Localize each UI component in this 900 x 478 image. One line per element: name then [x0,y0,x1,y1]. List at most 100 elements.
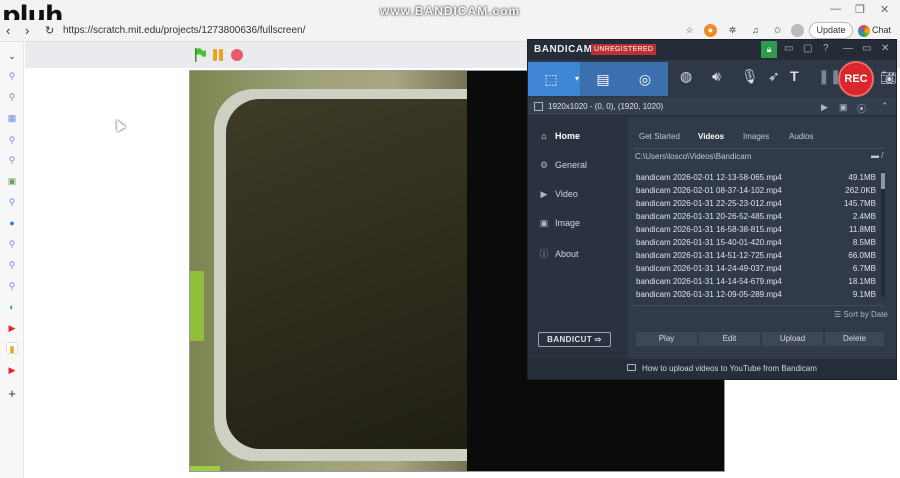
sidebar-search-icon[interactable]: ⚲ [6,70,18,82]
sidebar-youtube-icon-2[interactable]: ▶ [6,364,18,376]
file-row[interactable]: bandicam 2026-02-01 12-13-58-065.mp4 49.1… [633,171,879,184]
file-size: 8.5MB [852,238,876,247]
extension-orange-icon[interactable]: ● [704,24,717,37]
file-name: bandicam 2026-01-31 12-09-05-289.mp4 [636,290,782,299]
display-icon[interactable]: ▢ [803,43,812,54]
scrollbar-thumb[interactable] [881,173,885,189]
screenshot-camera-icon[interactable]: 📷︎ [880,70,897,86]
bandicam-logo: BANDICAM [534,44,593,55]
lock-icon[interactable]: 🔒︎ [761,41,777,58]
tab-get-started[interactable]: Get Started [639,132,680,141]
sidebar-search-icon-5[interactable]: ⚲ [6,196,18,208]
file-row[interactable]: bandicam 2026-01-31 16-58-38-815.mp4 11.8… [633,223,879,236]
tv-green-edge [190,271,204,341]
help-icon[interactable]: ? [823,43,829,54]
sidebar-search-icon-3[interactable]: ⚲ [6,134,18,146]
sidebar-search-icon-7[interactable]: ⚲ [6,259,18,271]
play-button[interactable]: Play [636,332,697,346]
back-icon[interactable]: ‹ [6,23,10,38]
extension-media-icon[interactable]: ♫ [749,24,762,37]
game-mode-icon[interactable]: ◎ [622,62,668,96]
compact-icon[interactable]: ▭ [862,43,871,54]
url-field[interactable]: https://scratch.mit.edu/projects/1273800… [63,25,305,36]
nav-label: Video [555,189,578,199]
tab-audios[interactable]: Audios [789,132,813,141]
file-row[interactable]: bandicam 2026-01-31 14-24-49-037.mp4 6.7M… [633,262,879,275]
close-window-icon[interactable]: ✕ [880,3,889,16]
sort-by-date[interactable]: ☰ Sort by Date [834,310,888,319]
file-name: bandicam 2026-01-31 14-51-12-725.mp4 [636,251,782,260]
file-row[interactable]: bandicam 2026-01-31 14-14-54-679.mp4 18.1… [633,275,879,288]
nav-video[interactable]: ▶ Video [538,189,578,200]
chevron-down-icon[interactable]: ⌄ [6,50,18,62]
green-flag-icon[interactable] [194,48,206,62]
pause-icon[interactable] [212,49,224,61]
maximize-icon[interactable]: ❐ [855,3,865,16]
file-size: 6.7MB [852,264,876,273]
file-row[interactable]: bandicam 2026-02-01 08-37-14-102.mp4 262.… [633,184,879,197]
capture-resolution: 1920x1020 - (0, 0), (1920, 1020) [548,102,664,111]
nav-home[interactable]: ⌂ Home [538,131,580,141]
delete-button[interactable]: Delete [825,332,884,346]
upload-button[interactable]: Upload [762,332,823,346]
file-row[interactable]: bandicam 2026-01-31 12-09-05-289.mp4 9.1M… [633,288,879,301]
text-overlay-icon[interactable]: T [790,68,799,84]
sidebar-messenger-icon[interactable]: ● [6,217,18,229]
mouse-cursor-effect-icon[interactable]: ➶ [768,68,780,85]
bandicam-content: BANDICAM UNREGISTERED 🔒︎ ▭ ▢ ? — ▭ ✕ ⬚ ▾… [528,40,897,379]
minimize-icon[interactable]: — [843,43,853,54]
refresh-icon[interactable]: ↻ [45,24,54,37]
nav-image[interactable]: ▣ Image [538,218,580,229]
screen-mode-icon[interactable]: ⬚ [528,62,574,96]
file-row[interactable]: bandicam 2026-01-31 15-40-01-420.mp4 8.5M… [633,236,879,249]
footer-tip-link[interactable]: How to upload videos to YouTube from Ban… [642,364,817,373]
speaker-icon[interactable]: 🔊︎ [712,68,721,85]
file-size: 66.0MB [848,251,876,260]
file-size: 2.4MB [852,212,876,221]
tv-green-corner [190,466,220,471]
collapse-icon[interactable]: ⌃ [881,101,889,112]
file-row[interactable]: bandicam 2026-01-31 20-26-52-485.mp4 2.4M… [633,210,879,223]
star-icon[interactable]: ☆ [683,24,696,37]
favorites-icon[interactable]: ✩ [771,24,784,37]
sort-label: Sort by Date [843,310,888,319]
extension-puzzle-icon[interactable]: ✲ [726,24,739,37]
edit-button[interactable]: Edit [699,332,760,346]
broadcast-icon[interactable]: ⦿ [857,102,866,115]
sidebar-search-icon-6[interactable]: ⚲ [6,238,18,250]
tab-videos[interactable]: Videos [698,132,724,141]
minimize-icon[interactable]: — [830,3,841,15]
file-row[interactable]: bandicam 2026-01-31 22-25-23-012.mp4 145.… [633,197,879,210]
sidebar-search-icon-8[interactable]: ⚲ [6,280,18,292]
tab-images[interactable]: Images [743,132,769,141]
sidebar-image-icon[interactable]: ▣ [6,175,18,187]
sidebar-extension-icon[interactable]: ▮ [6,342,18,354]
update-button[interactable]: Update [809,22,853,39]
chat-button[interactable]: Chat [858,22,891,39]
sidebar-add-icon[interactable]: + [6,387,18,400]
sidebar-app-icon[interactable]: ▦ [6,112,18,124]
sidebar-search-icon-4[interactable]: ⚲ [6,154,18,166]
close-icon[interactable]: ✕ [881,43,889,54]
sidebar-youtube-icon[interactable]: ▶ [6,322,18,334]
capture-area-icon [534,102,543,111]
bandicut-button[interactable]: BANDICUT ⇨ [538,332,611,347]
open-folder-icon[interactable]: ▬ / [871,151,883,160]
stop-icon[interactable] [231,49,243,61]
nav-about[interactable]: ⓘ About [538,247,578,260]
profile-avatar[interactable] [791,24,804,37]
file-list-scrollbar[interactable] [881,171,885,297]
microphone-off-icon[interactable]: 🎙︎ [741,68,759,85]
sidebar-edge-icon[interactable]: ◐ [6,301,18,313]
hdmi-mode-icon[interactable]: ▤ [580,62,626,96]
video-icon[interactable]: ▶ [821,102,828,113]
screen-icon[interactable]: ▣ [839,102,848,113]
webcam-off-icon[interactable]: ◍ [680,68,692,85]
sidebar-search-icon-2[interactable]: ⚲ [6,91,18,103]
forward-icon[interactable]: › [25,23,29,38]
file-row[interactable]: bandicam 2026-01-31 14-51-12-725.mp4 66.0… [633,249,879,262]
nav-general[interactable]: ⚙ General [538,160,587,171]
file-name: bandicam 2026-02-01 08-37-14-102.mp4 [636,186,782,195]
folder-icon[interactable]: ▭ [784,43,793,54]
record-button[interactable]: REC [838,61,874,97]
